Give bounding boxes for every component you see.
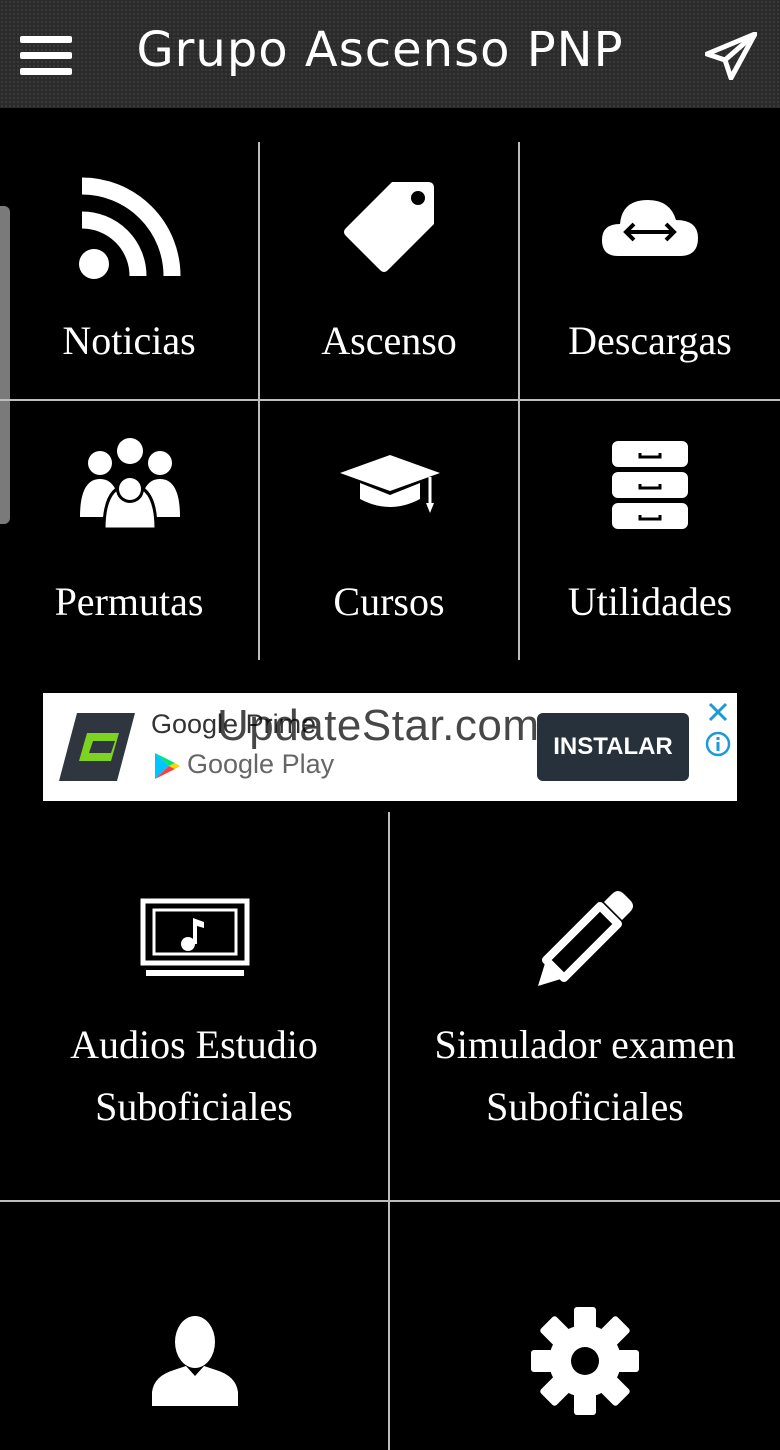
app-logo-icon bbox=[59, 713, 135, 781]
app-bar: Grupo Ascenso PNP bbox=[0, 0, 780, 108]
info-icon[interactable] bbox=[705, 731, 731, 757]
close-icon[interactable] bbox=[707, 701, 729, 723]
pencil-icon bbox=[538, 891, 633, 986]
drawers-icon bbox=[612, 441, 688, 529]
tile-profile[interactable] bbox=[0, 1202, 388, 1450]
tile-utilidades[interactable]: Utilidades bbox=[520, 401, 780, 660]
tile-simulador-examen[interactable]: Simulador examen Suboficiales bbox=[390, 812, 780, 1200]
tile-label: Simulador examen bbox=[434, 1022, 736, 1067]
tile-ascenso[interactable]: Ascenso bbox=[260, 142, 518, 399]
ad-store: Google Play bbox=[187, 749, 335, 779]
tile-label: Suboficiales bbox=[95, 1084, 293, 1129]
google-play-icon bbox=[155, 753, 180, 779]
tile-noticias[interactable]: Noticias bbox=[0, 142, 258, 399]
tile-settings[interactable] bbox=[390, 1202, 780, 1450]
group-icon bbox=[80, 438, 180, 531]
tile-descargas[interactable]: Descargas bbox=[520, 142, 780, 399]
tile-label: Cursos bbox=[333, 579, 445, 624]
tag-icon bbox=[344, 182, 434, 272]
tile-label: Ascenso bbox=[321, 318, 457, 363]
tile-label: Suboficiales bbox=[486, 1084, 684, 1129]
tile-label: Audios Estudio bbox=[70, 1022, 318, 1067]
tile-cursos[interactable]: Cursos bbox=[260, 401, 518, 660]
rss-icon bbox=[79, 177, 181, 279]
ad-banner[interactable]: Google Prime Google Play INSTALAR Update… bbox=[43, 693, 737, 801]
send-icon[interactable] bbox=[705, 32, 757, 80]
tile-label: Permutas bbox=[54, 579, 204, 624]
user-icon bbox=[152, 1316, 238, 1406]
gear-icon bbox=[531, 1307, 639, 1415]
cloud-transfer-icon bbox=[602, 200, 698, 256]
tile-audios-estudio[interactable]: Audios Estudio Suboficiales bbox=[0, 812, 388, 1200]
tile-permutas[interactable]: Permutas bbox=[0, 401, 258, 660]
tile-label: Descargas bbox=[568, 318, 732, 363]
tile-label: Utilidades bbox=[567, 579, 733, 624]
page-title: Grupo Ascenso PNP bbox=[136, 22, 624, 78]
music-monitor-icon bbox=[140, 898, 250, 976]
watermark: UpdateStar.com bbox=[217, 701, 540, 750]
install-button[interactable]: INSTALAR bbox=[537, 713, 689, 781]
graduation-cap-icon bbox=[340, 455, 440, 513]
tile-label: Noticias bbox=[62, 318, 196, 363]
